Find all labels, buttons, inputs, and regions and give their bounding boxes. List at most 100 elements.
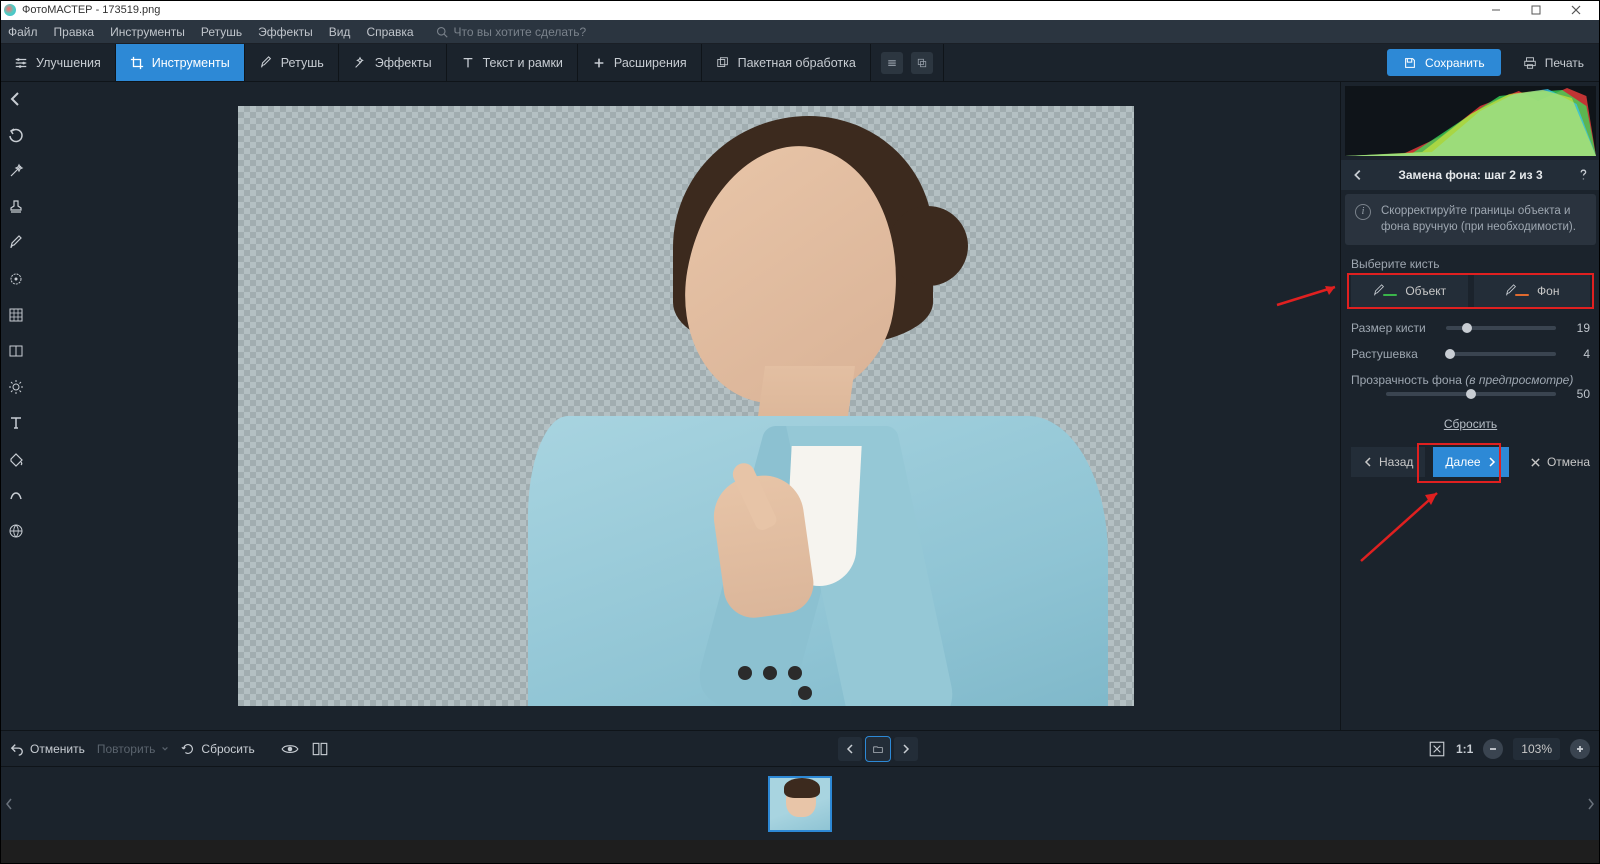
close-icon xyxy=(1530,457,1541,468)
bg-stroke xyxy=(1515,294,1529,296)
undo-icon xyxy=(10,742,24,756)
tab-tools[interactable]: Инструменты xyxy=(116,44,245,81)
menu-effects[interactable]: Эффекты xyxy=(258,25,313,39)
reset-button[interactable]: Сбросить xyxy=(181,742,254,756)
chevron-right-icon xyxy=(1487,457,1497,467)
window-titlebar: ФотоМАСТЕР - 173519.png xyxy=(0,0,1600,20)
panel-back-icon[interactable] xyxy=(1351,168,1365,182)
menu-file[interactable]: Файл xyxy=(8,25,38,39)
maximize-button[interactable] xyxy=(1516,0,1556,20)
slider-feather[interactable]: Растушевка 4 xyxy=(1341,341,1600,367)
image-canvas[interactable] xyxy=(238,106,1134,706)
app-icon xyxy=(4,4,16,16)
open-folder-button[interactable] xyxy=(866,737,890,761)
tab-retouch[interactable]: Ретушь xyxy=(245,44,339,81)
minimize-button[interactable] xyxy=(1476,0,1516,20)
redo-icon[interactable] xyxy=(7,126,25,144)
search-placeholder[interactable]: Что вы хотите сделать? xyxy=(454,25,587,39)
status-bar: Отменить Повторить Сбросить 1:1 103% xyxy=(0,730,1600,766)
zoom-in-button[interactable] xyxy=(1570,739,1590,759)
copy-settings-icon[interactable] xyxy=(911,52,933,74)
brush-selector: Объект Фон xyxy=(1341,275,1600,307)
annotation-arrow-next xyxy=(1351,485,1451,565)
zoom-percent[interactable]: 103% xyxy=(1513,738,1560,760)
tab-extensions[interactable]: Расширения xyxy=(578,44,702,81)
chevron-left-icon xyxy=(1363,457,1373,467)
reset-link[interactable]: Сбросить xyxy=(1341,417,1600,431)
object-stroke xyxy=(1383,294,1397,296)
sliders-icon xyxy=(14,56,28,70)
menu-help[interactable]: Справка xyxy=(366,25,413,39)
tab-enhancements[interactable]: Улучшения xyxy=(0,44,116,81)
app-title: ФотоМАСТЕР - 173519.png xyxy=(22,4,160,16)
brush-bg-button[interactable]: Фон xyxy=(1474,275,1591,307)
filmstrip-prev[interactable] xyxy=(0,767,18,840)
fit-screen-icon[interactable] xyxy=(1428,740,1446,758)
thumbnail-selected[interactable] xyxy=(768,776,832,832)
zoom-1to1-button[interactable]: 1:1 xyxy=(1456,742,1473,756)
slider-opacity[interactable]: 50 xyxy=(1341,387,1600,407)
crop-icon xyxy=(130,56,144,70)
chevron-down-icon xyxy=(161,745,169,753)
magic-wand-icon[interactable] xyxy=(7,162,25,180)
panel-title: Замена фона: шаг 2 из 3 xyxy=(1398,168,1542,182)
brush-icon xyxy=(259,56,273,70)
save-icon xyxy=(1403,56,1417,70)
tab-effects[interactable]: Эффекты xyxy=(339,44,447,81)
menu-view[interactable]: Вид xyxy=(329,25,351,39)
save-button[interactable]: Сохранить xyxy=(1387,49,1501,76)
print-button[interactable]: Печать xyxy=(1507,44,1600,81)
menu-retouch[interactable]: Ретушь xyxy=(201,25,242,39)
tab-batch[interactable]: Пакетная обработка xyxy=(702,44,871,81)
canvas-area[interactable] xyxy=(32,82,1340,730)
grid-icon[interactable] xyxy=(7,306,25,324)
preview-eye-icon[interactable] xyxy=(281,740,299,758)
menu-bar: Файл Правка Инструменты Ретушь Эффекты В… xyxy=(0,20,1600,44)
panel-header: Замена фона: шаг 2 из 3 xyxy=(1341,160,1600,190)
brightness-icon[interactable] xyxy=(7,378,25,396)
filmstrip xyxy=(0,766,1600,840)
reset-icon xyxy=(181,742,195,756)
cancel-button[interactable]: Отмена xyxy=(1530,455,1590,469)
redo-button[interactable]: Повторить xyxy=(97,742,170,756)
brush-tool-icon[interactable] xyxy=(7,234,25,252)
brush-object-button[interactable]: Объект xyxy=(1351,275,1468,307)
brush-section-label: Выберите кисть xyxy=(1341,245,1600,275)
curve-icon[interactable] xyxy=(7,486,25,504)
bucket-icon[interactable] xyxy=(7,450,25,468)
globe-icon[interactable] xyxy=(7,522,25,540)
stamp-icon[interactable] xyxy=(7,198,25,216)
main-toolbar: Улучшения Инструменты Ретушь Эффекты Тек… xyxy=(0,44,1600,82)
filmstrip-next[interactable] xyxy=(1582,767,1600,840)
slider-brush-size[interactable]: Размер кисти 19 xyxy=(1341,315,1600,341)
prev-image-button[interactable] xyxy=(838,737,862,761)
menu-tools[interactable]: Инструменты xyxy=(110,25,185,39)
slider-opacity-label: Прозрачность фона (в предпросмотре) xyxy=(1341,367,1600,387)
menu-edit[interactable]: Правка xyxy=(54,25,95,39)
text-tool-icon[interactable] xyxy=(7,414,25,432)
undo-button[interactable]: Отменить xyxy=(10,742,85,756)
back-arrow-icon[interactable] xyxy=(7,90,25,108)
back-button[interactable]: Назад xyxy=(1351,447,1425,477)
compare-icon[interactable] xyxy=(311,740,329,758)
subject-portrait xyxy=(488,106,1108,706)
tab-text-frames[interactable]: Текст и рамки xyxy=(447,44,578,81)
info-icon: i xyxy=(1355,204,1371,220)
print-icon xyxy=(1523,56,1537,70)
vertical-toolbar xyxy=(0,82,32,730)
wand-icon xyxy=(353,56,367,70)
next-button[interactable]: Далее xyxy=(1433,447,1508,477)
toolbar-extra-icons xyxy=(871,44,944,81)
panel-hint: i Скорректируйте границы объекта и фона … xyxy=(1345,194,1596,245)
compare-icon[interactable] xyxy=(7,342,25,360)
target-icon[interactable] xyxy=(7,270,25,288)
histogram xyxy=(1345,86,1596,156)
zoom-out-button[interactable] xyxy=(1483,739,1503,759)
presets-icon[interactable] xyxy=(881,52,903,74)
close-button[interactable] xyxy=(1556,0,1596,20)
text-icon xyxy=(461,56,475,70)
help-icon[interactable] xyxy=(1576,168,1590,182)
next-image-button[interactable] xyxy=(894,737,918,761)
search-icon xyxy=(436,26,448,38)
batch-icon xyxy=(716,56,730,70)
